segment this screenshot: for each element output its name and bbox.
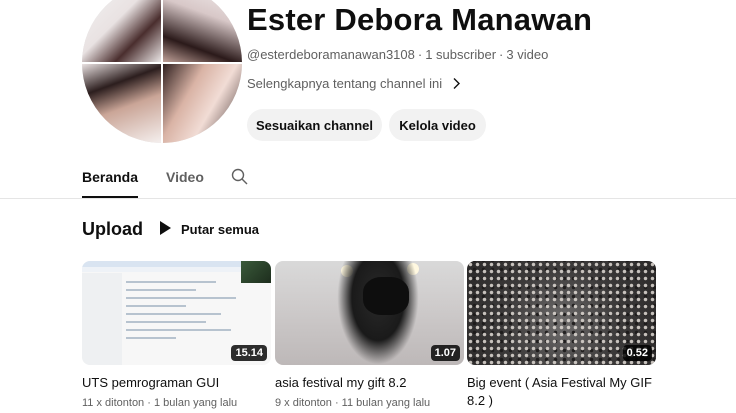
- channel-name: Ester Debora Manawan: [247, 2, 593, 37]
- thumbnail-art: [126, 337, 176, 339]
- thumbnail-art: [82, 267, 242, 272]
- channel-meta: @esterdeboramanawan3108 · 1 subscriber · 3 v…: [247, 47, 548, 62]
- channel-handle: @esterdeboramanawan3108: [247, 47, 415, 62]
- video-duration: 15.14: [231, 345, 267, 361]
- thumbnail-art: [126, 321, 206, 323]
- video-thumbnail[interactable]: 0.52: [467, 261, 656, 365]
- tab-videos[interactable]: Video: [166, 160, 204, 198]
- meta-separator: ·: [499, 47, 504, 62]
- meta-separator: ·: [147, 397, 151, 409]
- manage-videos-button[interactable]: Kelola video: [389, 109, 486, 141]
- video-title[interactable]: Big event ( Asia Festival My GIF 8.2 ): [467, 374, 656, 410]
- avatar-divider: [161, 0, 163, 143]
- thumbnail-art: [82, 273, 122, 365]
- thumbnail-art: [363, 277, 409, 315]
- thumbnail-art: [126, 313, 221, 315]
- subscriber-count: 1 subscriber: [425, 47, 497, 62]
- video-card[interactable]: 15.14 UTS pemrograman GUI 11 x ditonton …: [82, 261, 271, 409]
- video-duration: 0.52: [622, 345, 652, 361]
- thumbnail-art: [126, 297, 236, 299]
- thumbnail-art: [126, 289, 196, 291]
- video-meta: 9 x ditonton · 11 bulan yang lalu: [275, 397, 464, 409]
- channel-tabs: Beranda Video: [82, 160, 232, 198]
- play-all-button[interactable]: Putar semua: [158, 220, 259, 239]
- channel-avatar[interactable]: [82, 0, 242, 143]
- avatar-photo-bottom-right: [162, 63, 242, 143]
- thumbnail-art: [241, 261, 271, 283]
- video-card[interactable]: 0.52 Big event ( Asia Festival My GIF 8.…: [467, 261, 656, 410]
- video-age: 11 bulan yang lalu: [341, 397, 431, 409]
- video-thumbnail[interactable]: 15.14: [82, 261, 271, 365]
- thumbnail-art: [126, 305, 186, 307]
- customize-channel-button[interactable]: Sesuaikan channel: [247, 109, 382, 141]
- tab-home[interactable]: Beranda: [82, 160, 139, 198]
- play-all-label: Putar semua: [181, 222, 260, 237]
- section-title: Upload: [82, 219, 143, 239]
- video-views: 11 x ditonton: [82, 397, 145, 409]
- meta-separator: ·: [417, 47, 423, 62]
- video-age: 1 bulan yang lalu: [153, 397, 238, 409]
- avatar-divider: [82, 62, 242, 64]
- avatar-photo-top-right: [162, 0, 242, 63]
- video-duration: 1.07: [430, 345, 460, 361]
- video-title[interactable]: UTS pemrograman GUI: [82, 374, 271, 392]
- video-card[interactable]: 1.07 asia festival my gift 8.2 9 x diton…: [275, 261, 464, 409]
- thumbnail-art: [126, 329, 231, 331]
- tabs-divider: [0, 198, 736, 199]
- video-views: 9 x ditonton: [275, 397, 332, 409]
- channel-about-link[interactable]: Selengkapnya tentang channel ini: [247, 76, 461, 91]
- search-icon[interactable]: [231, 168, 248, 190]
- thumbnail-art: [126, 281, 216, 283]
- video-title[interactable]: asia festival my gift 8.2: [275, 374, 464, 392]
- video-meta: 11 x ditonton · 1 bulan yang lalu: [82, 397, 271, 409]
- meta-separator: ·: [334, 397, 339, 409]
- about-label: Selengkapnya tentang channel ini: [247, 76, 443, 91]
- avatar-photo-top-left: [82, 0, 162, 63]
- play-icon: [158, 220, 172, 239]
- video-thumbnail[interactable]: 1.07: [275, 261, 464, 365]
- video-count: 3 video: [506, 47, 549, 62]
- chevron-right-icon: [452, 77, 461, 90]
- avatar-photo-bottom-left: [82, 63, 162, 143]
